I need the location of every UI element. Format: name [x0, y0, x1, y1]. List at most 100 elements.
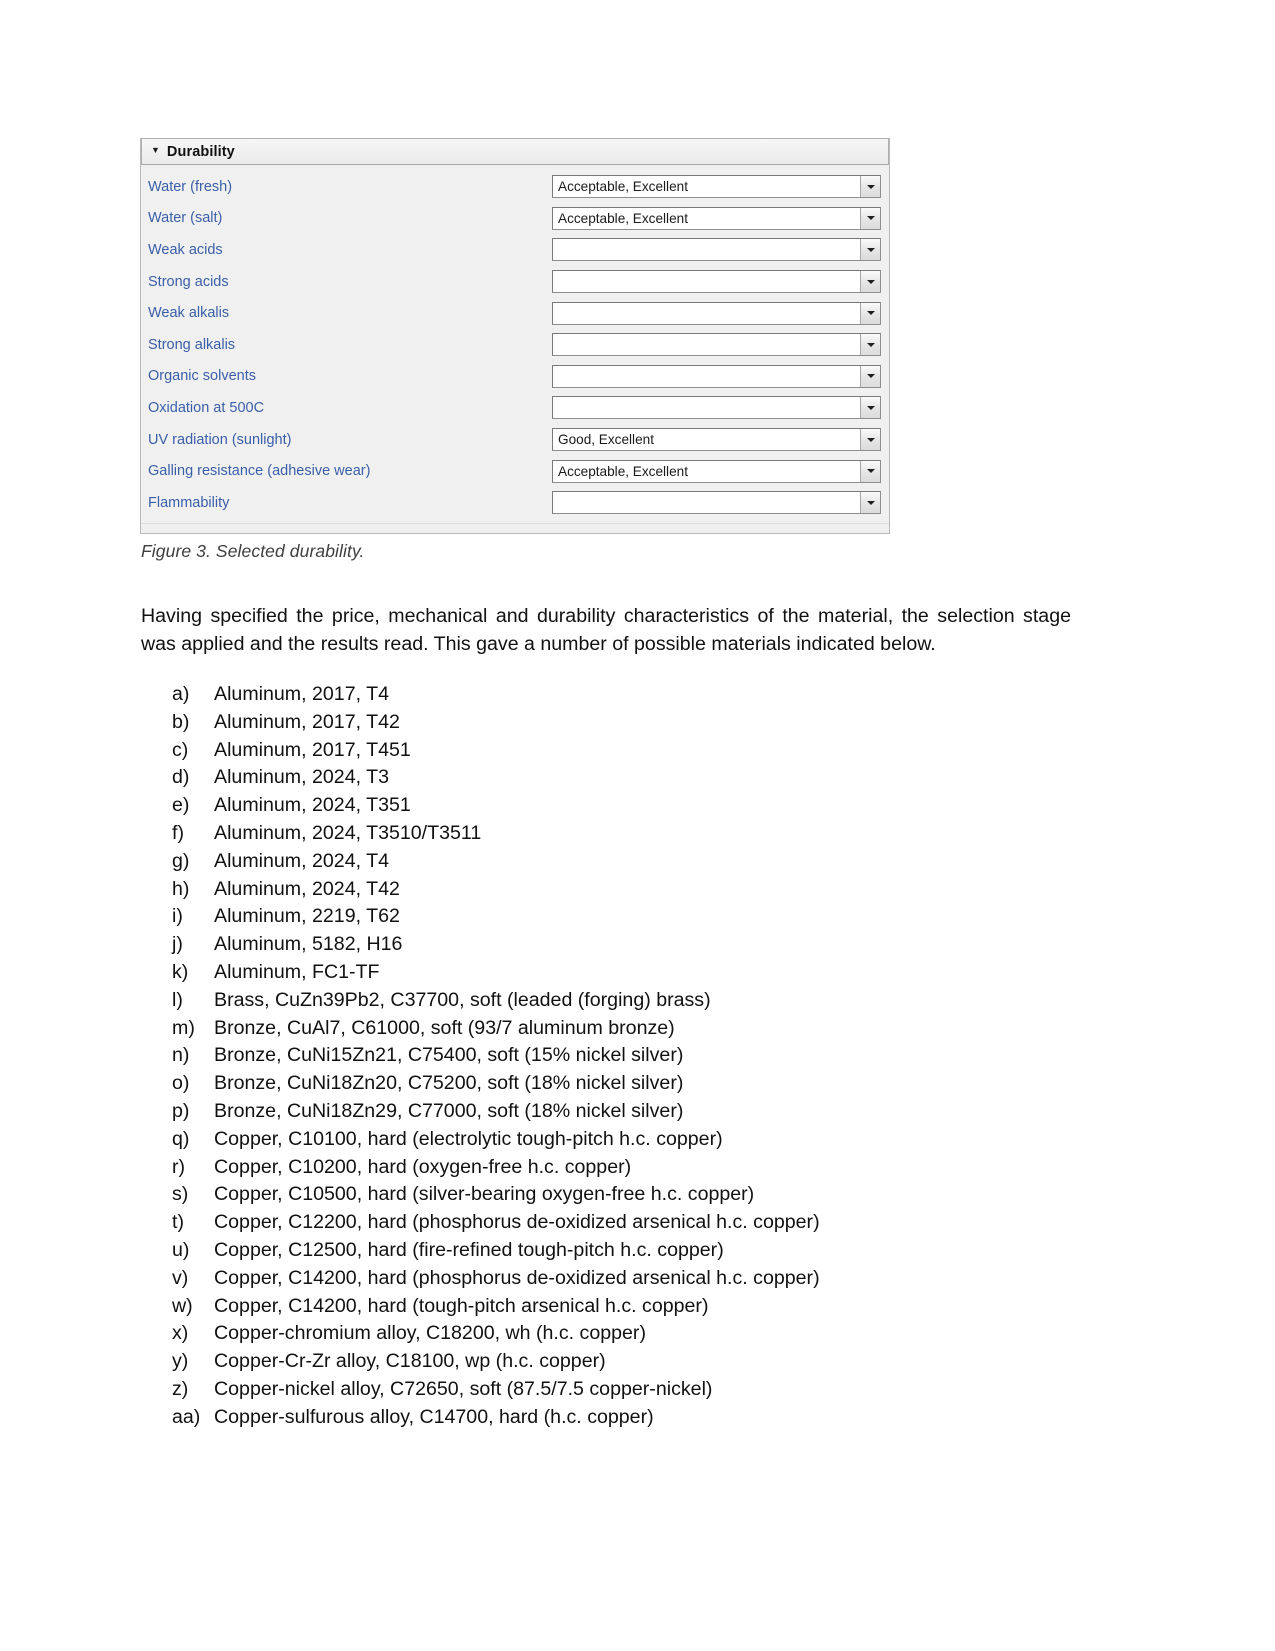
list-item: c) Aluminum, 2017, T451 — [172, 737, 1122, 765]
chevron-down-icon[interactable] — [860, 334, 880, 356]
combobox-organic-solvents[interactable] — [552, 364, 881, 388]
triangle-down-icon[interactable]: ▼ — [151, 146, 160, 155]
combobox-value: Acceptable, Excellent — [553, 207, 860, 229]
list-item-text: Aluminum, 2024, T351 — [214, 794, 411, 817]
list-item-text: Bronze, CuNi18Zn20, C75200, soft (18% ni… — [214, 1072, 684, 1095]
combobox-value — [553, 397, 860, 419]
list-marker: aa) — [172, 1405, 201, 1428]
list-item: h) Aluminum, 2024, T42 — [172, 876, 1122, 904]
list-marker: k) — [172, 960, 189, 983]
list-marker: e) — [172, 794, 190, 817]
property-row-water-fresh: Water (fresh) Acceptable, Excellent — [141, 171, 889, 203]
list-marker: r) — [172, 1155, 186, 1178]
figure-caption: Figure 3. Selected durability. — [141, 541, 365, 561]
combobox-value: Acceptable, Excellent — [553, 460, 860, 482]
list-item-text: Copper-chromium alloy, C18200, wh (h.c. … — [214, 1322, 646, 1345]
list-marker: o) — [172, 1072, 190, 1095]
list-marker: w) — [172, 1294, 193, 1317]
durability-panel: ▼ Durability Water (fresh) Acceptable, E… — [140, 138, 890, 534]
combobox-oxidation-at-500c[interactable] — [552, 396, 881, 420]
list-item-text: Copper-nickel alloy, C72650, soft (87.5/… — [214, 1377, 713, 1400]
list-item: f) Aluminum, 2024, T3510/T3511 — [172, 820, 1122, 848]
list-marker: t) — [172, 1211, 184, 1234]
list-item: s) Copper, C10500, hard (silver-bearing … — [172, 1181, 1122, 1209]
list-item: e) Aluminum, 2024, T351 — [172, 792, 1122, 820]
list-marker: x) — [172, 1322, 189, 1345]
list-item: a) Aluminum, 2017, T4 — [172, 681, 1122, 709]
list-item: k) Aluminum, FC1-TF — [172, 959, 1122, 987]
list-item-text: Copper-sulfurous alloy, C14700, hard (h.… — [214, 1405, 654, 1428]
combobox-value: Acceptable, Excellent — [553, 176, 860, 198]
combobox-value — [553, 365, 860, 387]
chevron-down-icon[interactable] — [860, 207, 880, 229]
list-item: u) Copper, C12500, hard (fire-refined to… — [172, 1237, 1122, 1265]
list-item: y) Copper-Cr-Zr alloy, C18100, wp (h.c. … — [172, 1348, 1122, 1376]
property-label: Galling resistance (adhesive wear) — [148, 463, 371, 480]
list-item-text: Aluminum, 2219, T62 — [214, 905, 400, 928]
chevron-down-icon[interactable] — [860, 239, 880, 261]
property-label: Weak alkalis — [148, 305, 230, 322]
combobox-weak-acids[interactable] — [552, 238, 881, 262]
list-item: z) Copper-nickel alloy, C72650, soft (87… — [172, 1376, 1122, 1404]
property-row-water-salt: Water (salt) Acceptable, Excellent — [141, 203, 889, 235]
combobox-strong-alkalis[interactable] — [552, 333, 881, 357]
list-item: n) Bronze, CuNi15Zn21, C75400, soft (15%… — [172, 1042, 1122, 1070]
property-row-weak-alkalis: Weak alkalis — [141, 297, 889, 329]
list-item: q) Copper, C10100, hard (electrolytic to… — [172, 1126, 1122, 1154]
combobox-water-salt[interactable]: Acceptable, Excellent — [552, 206, 881, 230]
chevron-down-icon[interactable] — [860, 460, 880, 482]
list-item: r) Copper, C10200, hard (oxygen-free h.c… — [172, 1154, 1122, 1182]
list-item-text: Bronze, CuNi18Zn29, C77000, soft (18% ni… — [214, 1099, 684, 1122]
list-item: g) Aluminum, 2024, T4 — [172, 848, 1122, 876]
panel-body: Water (fresh) Acceptable, Excellent Wate… — [141, 165, 889, 523]
list-item-text: Aluminum, 2024, T3 — [214, 766, 389, 789]
list-item: v) Copper, C14200, hard (phosphorus de-o… — [172, 1265, 1122, 1293]
list-item-text: Aluminum, 2017, T451 — [214, 738, 411, 761]
combobox-strong-acids[interactable] — [552, 270, 881, 294]
materials-list: a) Aluminum, 2017, T4 b) Aluminum, 2017,… — [172, 681, 1122, 1432]
list-item-text: Bronze, CuNi15Zn21, C75400, soft (15% ni… — [214, 1044, 684, 1067]
list-item-text: Aluminum, 2024, T42 — [214, 877, 400, 900]
combobox-galling-resistance[interactable]: Acceptable, Excellent — [552, 459, 881, 483]
list-item: w) Copper, C14200, hard (tough-pitch ars… — [172, 1293, 1122, 1321]
chevron-down-icon[interactable] — [860, 397, 880, 419]
list-marker: s) — [172, 1183, 189, 1206]
list-marker: m) — [172, 1016, 195, 1039]
panel-header-durability[interactable]: ▼ Durability — [141, 138, 889, 165]
body-paragraph: Having specified the price, mechanical a… — [141, 604, 1071, 655]
list-item: i) Aluminum, 2219, T62 — [172, 903, 1122, 931]
list-marker: h) — [172, 877, 190, 900]
chevron-down-icon[interactable] — [860, 429, 880, 451]
list-item-text: Copper, C14200, hard (tough-pitch arseni… — [214, 1294, 709, 1317]
list-item-text: Aluminum, 5182, H16 — [214, 933, 403, 956]
property-label: Flammability — [148, 494, 230, 511]
property-row-galling-resistance: Galling resistance (adhesive wear) Accep… — [141, 455, 889, 487]
combobox-weak-alkalis[interactable] — [552, 301, 881, 325]
property-label: Oxidation at 500C — [148, 399, 265, 416]
combobox-value: Good, Excellent — [553, 429, 860, 451]
chevron-down-icon[interactable] — [860, 492, 880, 514]
list-item-text: Aluminum, 2017, T42 — [214, 710, 400, 733]
list-item-text: Aluminum, 2017, T4 — [214, 683, 389, 705]
property-label: Strong acids — [148, 273, 229, 290]
combobox-flammability[interactable] — [552, 491, 881, 515]
chevron-down-icon[interactable] — [860, 365, 880, 387]
chevron-down-icon[interactable] — [860, 271, 880, 293]
list-marker: z) — [172, 1377, 189, 1400]
combobox-value — [553, 334, 860, 356]
list-item-text: Aluminum, FC1-TF — [214, 960, 380, 983]
chevron-down-icon[interactable] — [860, 176, 880, 198]
combobox-water-fresh[interactable]: Acceptable, Excellent — [552, 175, 881, 199]
list-item: j) Aluminum, 5182, H16 — [172, 931, 1122, 959]
list-marker: l) — [172, 988, 183, 1011]
list-marker: c) — [172, 738, 189, 761]
list-item-text: Copper-Cr-Zr alloy, C18100, wp (h.c. cop… — [214, 1350, 606, 1373]
chevron-down-icon[interactable] — [860, 302, 880, 324]
property-row-weak-acids: Weak acids — [141, 234, 889, 266]
combobox-uv-radiation[interactable]: Good, Excellent — [552, 428, 881, 452]
combobox-value — [553, 239, 860, 261]
list-marker: q) — [172, 1127, 190, 1150]
list-item: l) Brass, CuZn39Pb2, C37700, soft (leade… — [172, 987, 1122, 1015]
property-row-flammability: Flammability — [141, 487, 889, 519]
panel-footer — [141, 522, 889, 533]
